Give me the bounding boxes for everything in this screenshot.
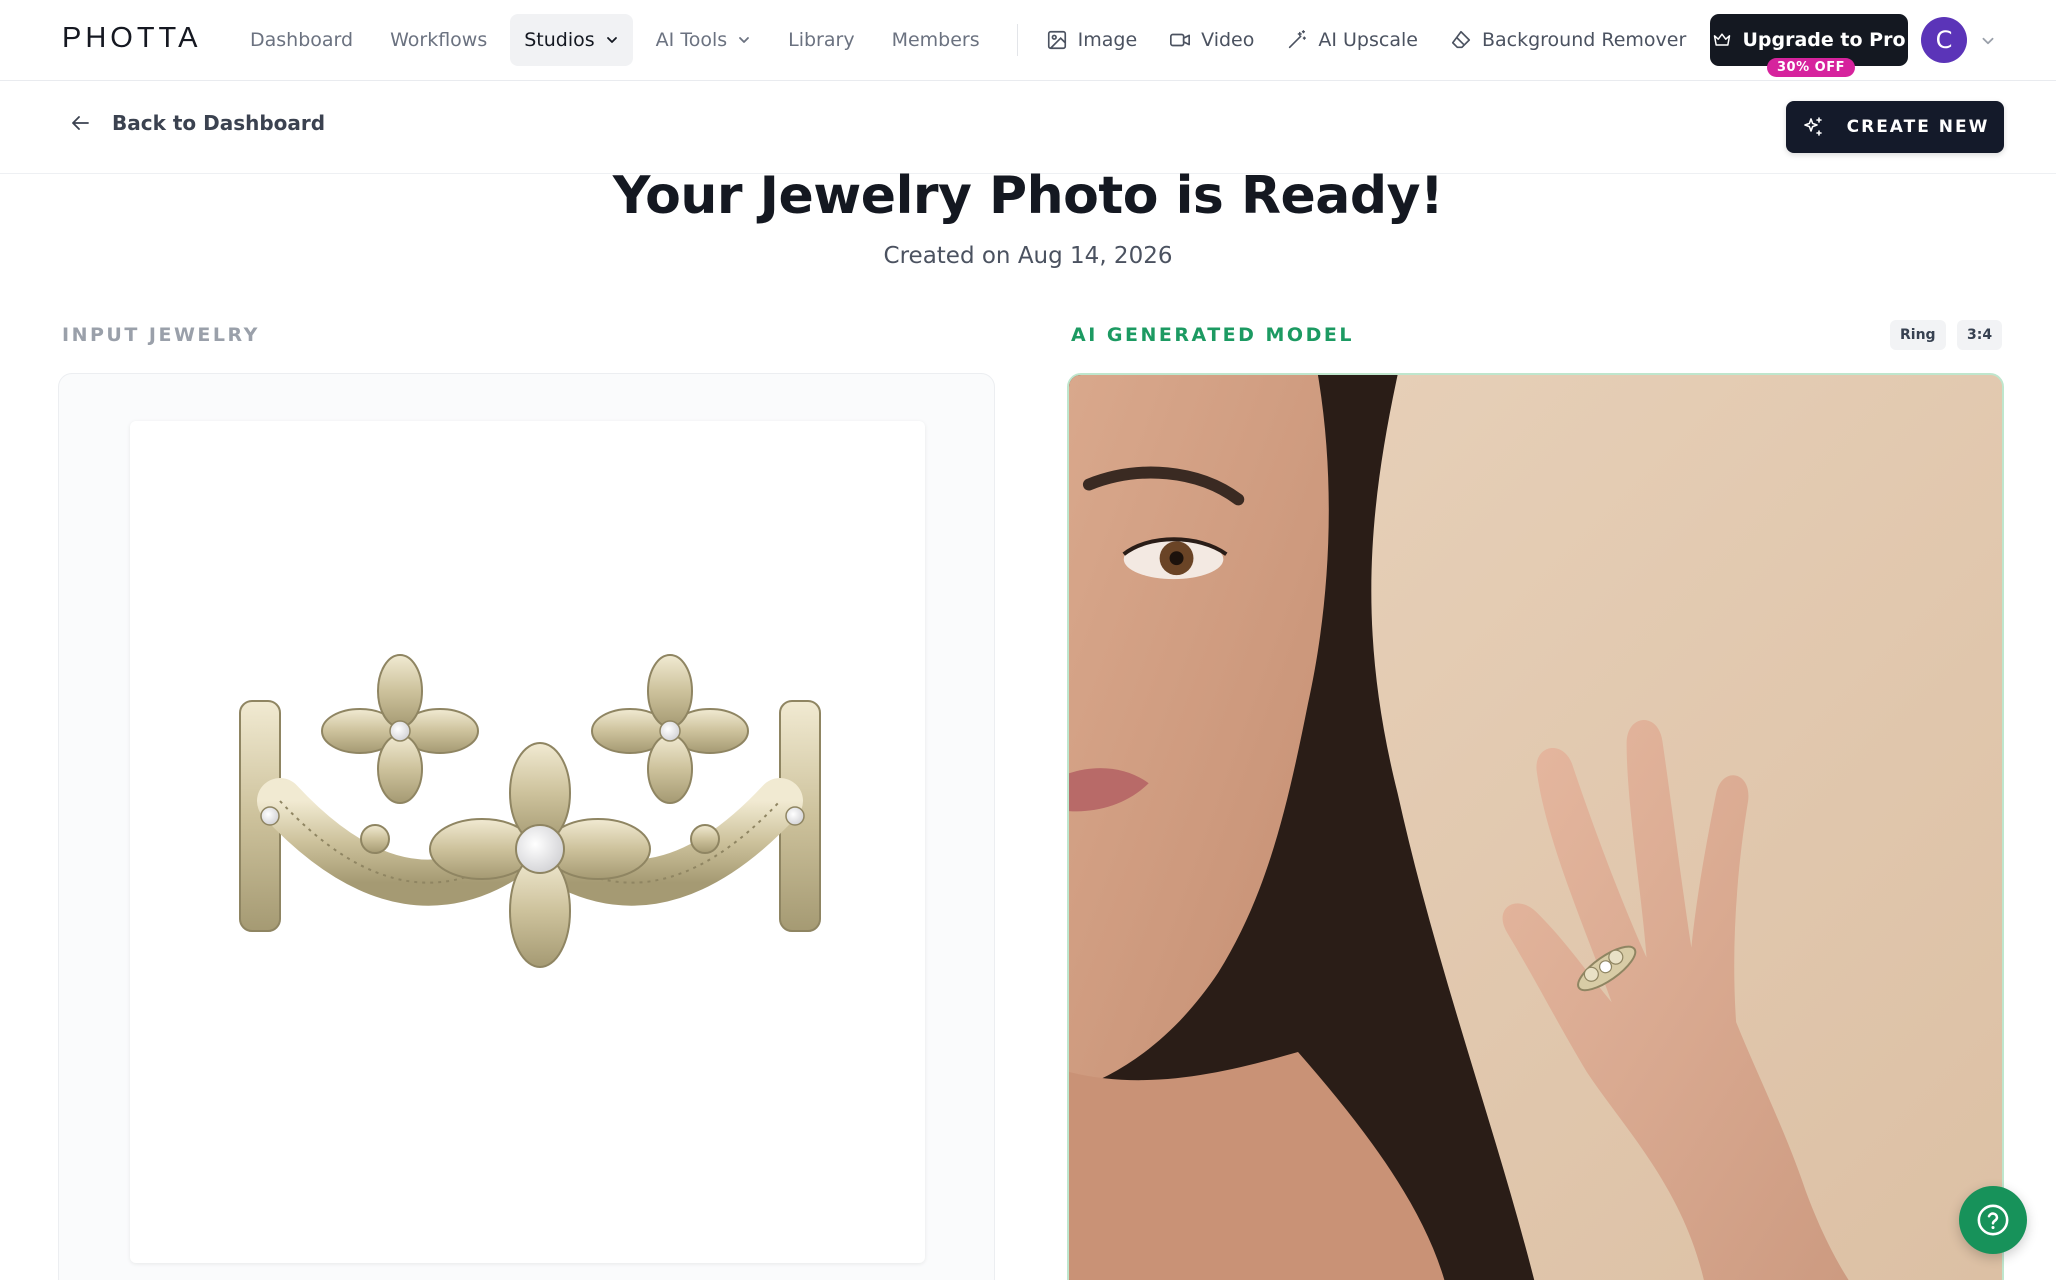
arrow-left-icon (72, 116, 89, 130)
chevron-down-icon[interactable] (1980, 33, 1996, 49)
avatar[interactable]: C (1921, 17, 1967, 63)
aspect-ratio-tag: 3:4 (1957, 320, 2003, 350)
ai-generated-model-label: AI GENERATED MODEL (1071, 324, 1354, 346)
nav-item-label: Members (891, 29, 980, 51)
tool-label: Image (1077, 29, 1138, 51)
top-navigation: PHOTTA Dashboard Workflows Studios AI To… (0, 0, 2056, 81)
nav-item-ai-tools[interactable]: AI Tools (642, 14, 765, 66)
upgrade-label: Upgrade to Pro (1742, 29, 1906, 51)
nav-item-label: Studios (524, 29, 595, 51)
question-icon (1977, 1204, 2009, 1236)
tool-label: AI Upscale (1318, 29, 1418, 51)
ai-generated-model-image[interactable] (1067, 373, 2004, 1280)
model-photo-illustration (1069, 375, 2002, 1280)
created-date: Created on Aug 14, 2026 (883, 243, 1173, 269)
back-label: Back to Dashboard (112, 111, 326, 135)
tool-label: Background Remover (1481, 29, 1687, 51)
discount-badge: 30% OFF (1767, 58, 1855, 77)
nav-divider (1016, 24, 1018, 56)
nav-item-studios[interactable]: Studios (510, 14, 633, 66)
help-button[interactable] (1959, 1186, 2027, 1254)
nav-item-workflows[interactable]: Workflows (376, 14, 501, 66)
main-nav: Dashboard Workflows Studios AI Tools Lib… (236, 14, 1704, 66)
back-to-dashboard-link[interactable]: Back to Dashboard (68, 111, 325, 135)
tool-ai-upscale[interactable]: AI Upscale (1272, 14, 1432, 66)
video-icon (1170, 33, 1191, 47)
nav-item-label: Workflows (390, 29, 488, 51)
image-icon (1047, 30, 1066, 50)
photta-logo[interactable]: PHOTTA (62, 22, 201, 55)
magic-wand-icon (1289, 30, 1307, 49)
ring-illustration (239, 654, 821, 968)
eraser-icon (1451, 30, 1471, 49)
chevron-down-icon (739, 37, 750, 43)
input-jewelry-image[interactable] (130, 421, 925, 1263)
sub-header: Back to Dashboard CREATE NEW (0, 81, 2056, 174)
page-title: Your Jewelry Photo is Ready! (612, 166, 1444, 226)
nav-item-library[interactable]: Library (774, 14, 868, 66)
tool-video[interactable]: Video (1155, 14, 1268, 66)
sparkles-icon (1803, 117, 1822, 136)
input-jewelry-label: INPUT JEWELRY (62, 324, 260, 346)
create-new-button[interactable]: CREATE NEW (1786, 101, 2004, 153)
nav-item-label: AI Tools (655, 29, 728, 51)
tool-background-remover[interactable]: Background Remover (1436, 14, 1700, 66)
create-new-label: CREATE NEW (1846, 117, 1990, 137)
category-tag: Ring (1890, 320, 1946, 350)
nav-item-label: Dashboard (250, 29, 354, 51)
tool-image[interactable]: Image (1032, 14, 1152, 66)
chevron-down-icon (606, 37, 617, 43)
tool-label: Video (1201, 29, 1255, 51)
nav-item-label: Library (788, 29, 855, 51)
nav-item-members[interactable]: Members (878, 14, 994, 66)
crown-icon (1714, 33, 1731, 46)
nav-item-dashboard[interactable]: Dashboard (236, 14, 367, 66)
